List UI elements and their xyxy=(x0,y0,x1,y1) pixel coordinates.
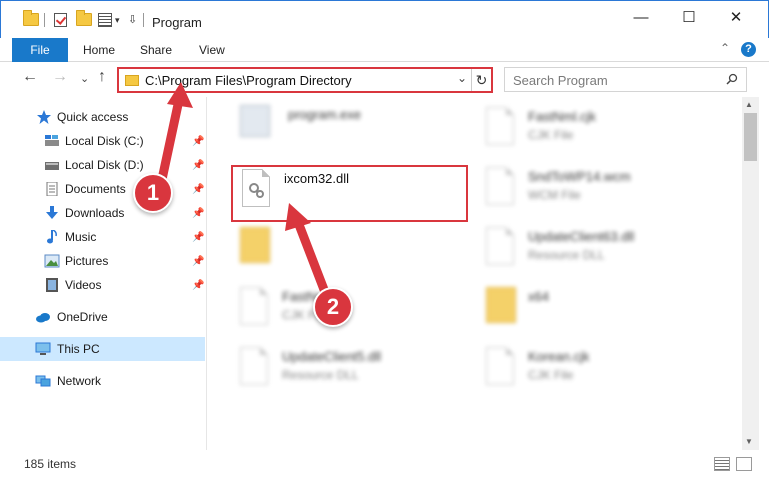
annotation-arrows xyxy=(156,82,333,305)
arrow-1 xyxy=(156,82,193,189)
callout-1: 1 xyxy=(133,173,173,213)
callout-2: 2 xyxy=(313,287,353,327)
arrow-2 xyxy=(285,203,333,305)
